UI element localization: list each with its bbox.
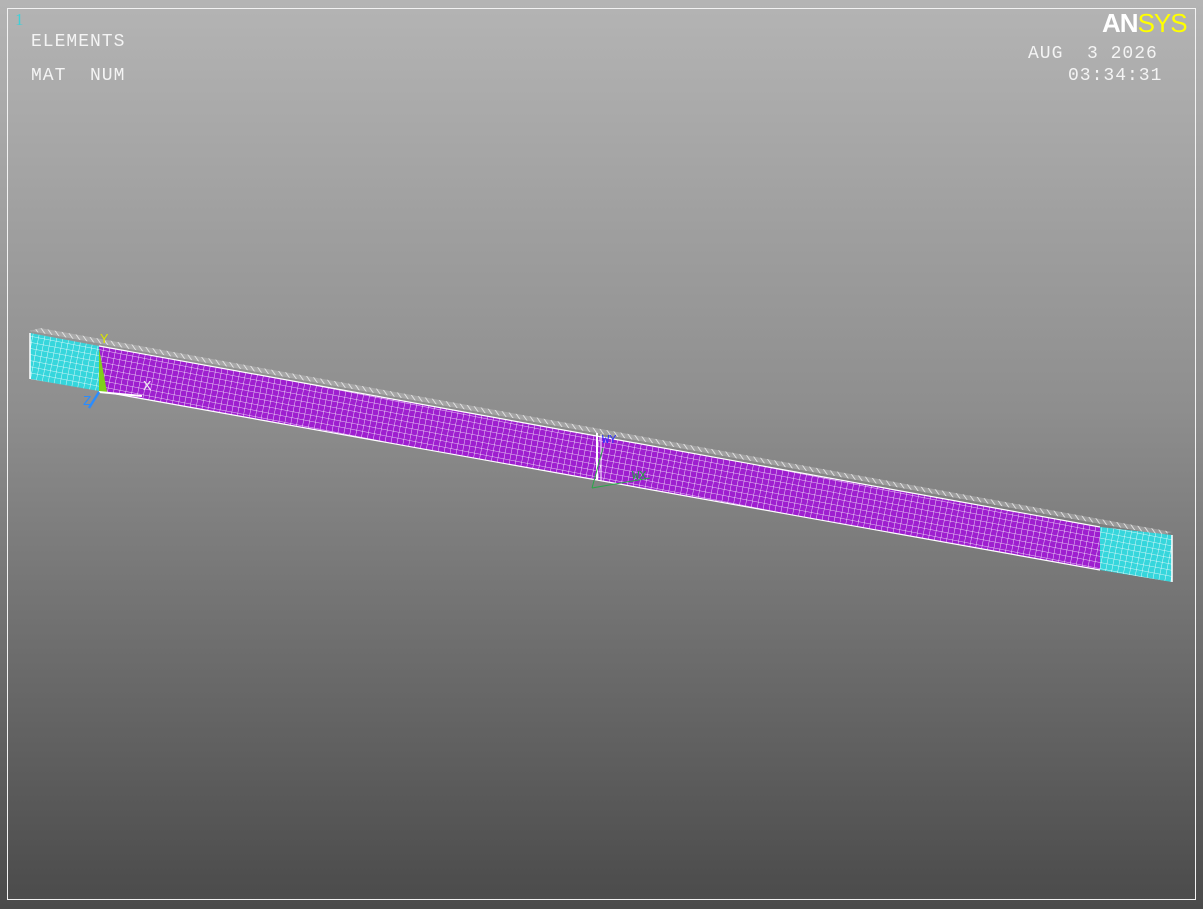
end-region-right bbox=[1100, 527, 1172, 582]
end-region-left bbox=[30, 333, 99, 391]
beam-top-face-base bbox=[30, 328, 1172, 535]
triad-z-label: Z bbox=[83, 394, 91, 410]
triad-x-label: X bbox=[143, 379, 152, 395]
wp-wy-label: WY bbox=[602, 433, 616, 447]
wp-wx-label: WX bbox=[632, 469, 646, 483]
model-viewport[interactable]: Y X Z WY WX bbox=[0, 0, 1203, 909]
beam-body bbox=[98, 345, 1101, 571]
triad-y-label: Y bbox=[100, 332, 109, 348]
